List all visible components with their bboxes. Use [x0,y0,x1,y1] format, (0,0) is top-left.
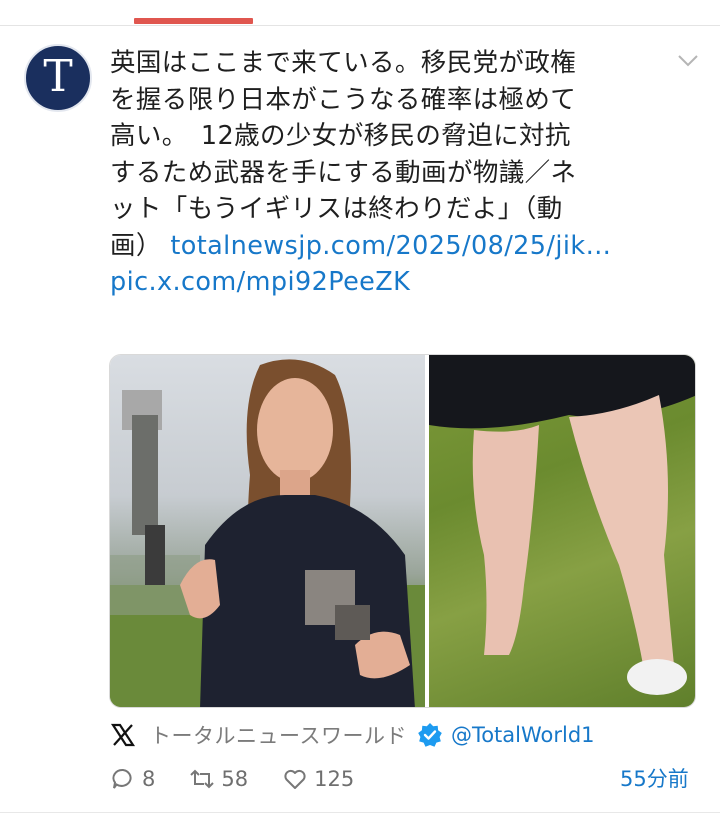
top-divider [0,25,720,26]
retweet-icon [190,769,215,789]
media-grid [109,354,696,708]
source-handle[interactable]: @TotalWorld1 [451,723,595,747]
media-separator [425,355,429,707]
bottom-divider [0,812,720,813]
source-attribution: トータルニュースワールド @TotalWorld1 [110,718,595,752]
tweet-text-line: を握る限り日本がこうなる確率は極めて [110,84,577,115]
verified-badge-icon [418,723,442,747]
legs-on-grass-photo[interactable] [429,355,695,707]
pic-link[interactable]: pic.x.com/mpi92PeeZK [110,267,410,297]
tweet-text-line: 英国はここまで来ている。移民党が政権 [110,48,577,78]
avatar[interactable]: T [24,44,92,112]
retweet-count: 58 [221,767,249,791]
reply-button[interactable]: 8 [110,766,155,792]
tweet-text-line: ット「もうイギリスは終わりだよ」（動 [110,194,563,224]
like-button[interactable]: 125 [282,766,354,792]
tweet-text-line-7: pic.x.com/mpi92PeeZK [110,264,658,301]
chevron-down-icon[interactable] [674,50,702,70]
source-display-name[interactable]: トータルニュースワールド [150,720,407,750]
tweet-timestamp[interactable]: 55分前 [620,764,689,794]
tweet-stats: 8 58 125 [110,764,388,794]
tweet-text-fragment: 画） [110,230,162,261]
reply-count: 8 [142,767,156,791]
retweet-button[interactable]: 58 [189,766,248,792]
article-link[interactable]: totalnewsjp.com/2025/08/25/jik… [170,231,611,261]
tweet-text-line-6: 画） totalnewsjp.com/2025/08/25/jik… [110,228,658,265]
heart-icon [284,769,306,789]
avatar-letter: T [43,51,73,102]
active-tab-indicator [134,18,253,24]
tweet-text: 英国はここまで来ている。移民党が政権 を握る限り日本がこうなる確率は極めて 高い… [110,45,658,301]
like-count: 125 [314,767,355,791]
girl-holding-blurred-object-photo[interactable] [110,355,426,707]
x-logo-icon [110,723,136,747]
tweet-text-line: 高い。 12歳の少女が移民の脅迫に対抗 [110,121,571,151]
tweet-text-line: するため武器を手にする動画が物議／ネ [110,157,577,188]
reply-icon [112,769,132,789]
